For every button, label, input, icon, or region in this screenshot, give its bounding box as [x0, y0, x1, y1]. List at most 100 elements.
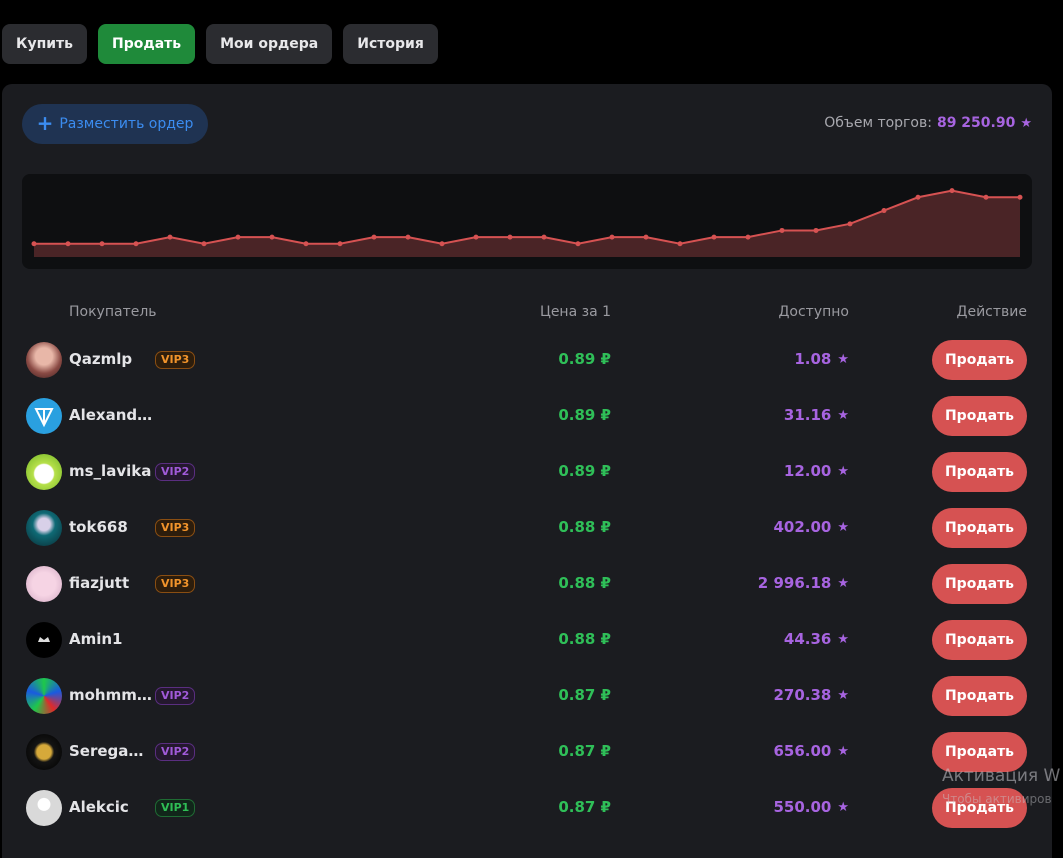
- vip-badge: VIP3: [155, 575, 196, 593]
- col-available: Доступно: [778, 304, 849, 320]
- chart-point: [473, 234, 479, 240]
- avatar[interactable]: [26, 566, 62, 602]
- available-value: 44.36: [783, 630, 832, 648]
- sell-button[interactable]: Продать: [932, 452, 1027, 492]
- chart-point: [337, 241, 343, 247]
- place-order-button[interactable]: + Разместить ордер: [22, 104, 208, 144]
- chart-point: [439, 241, 445, 247]
- available-amount: 1.08 ★: [794, 350, 849, 368]
- trade-volume: Объем торгов: 89 250.90 ★: [824, 115, 1032, 131]
- available-amount: 31.16 ★: [784, 406, 849, 424]
- star-icon: ★: [837, 631, 849, 647]
- avatar[interactable]: [26, 510, 62, 546]
- price-chart-svg: [31, 188, 1023, 257]
- chart-point: [643, 234, 649, 240]
- order-row: Amin1 0.88 ₽ 44.36 ★ Продать: [2, 618, 1052, 674]
- order-row: mohmm... VIP2 0.87 ₽ 270.38 ★ Продать: [2, 674, 1052, 730]
- order-row: fiazjutt VIP3 0.88 ₽ 2 996.18 ★ Продать: [2, 562, 1052, 618]
- chart-point: [881, 208, 887, 214]
- avatar[interactable]: [26, 342, 62, 378]
- vip-badge: VIP2: [155, 743, 196, 761]
- order-row: tok668 VIP3 0.88 ₽ 402.00 ★ Продать: [2, 506, 1052, 562]
- vip-badge: VIP3: [155, 519, 196, 537]
- col-buyer: Покупатель: [69, 304, 157, 320]
- chart-point: [575, 241, 581, 247]
- col-price: Цена за 1: [539, 304, 611, 320]
- available-value: 402.00: [773, 518, 832, 536]
- buyer-name[interactable]: Qazmlp: [69, 350, 153, 368]
- tab-my-orders[interactable]: Мои ордера: [206, 24, 333, 64]
- vip-badge: VIP3: [155, 351, 196, 369]
- chart-point: [949, 188, 955, 194]
- chart-point: [167, 234, 173, 240]
- buyer-name[interactable]: Alekcic: [69, 798, 153, 816]
- available-amount: 402.00 ★: [773, 518, 849, 536]
- chart-point: [31, 241, 37, 247]
- vip-badge: VIP2: [155, 687, 196, 705]
- chart-point: [915, 194, 921, 200]
- star-icon: ★: [837, 687, 849, 703]
- avatar[interactable]: [26, 678, 62, 714]
- orders-panel: + Разместить ордер Объем торгов: 89 250.…: [2, 84, 1052, 858]
- chart-point: [609, 234, 615, 240]
- volume-label: Объем торгов:: [824, 115, 932, 131]
- chart-point: [507, 234, 513, 240]
- chart-point: [1017, 194, 1023, 200]
- chart-point: [201, 241, 207, 247]
- chart-point: [711, 234, 717, 240]
- star-icon: ★: [837, 351, 849, 367]
- star-icon: ★: [837, 575, 849, 591]
- buyer-name[interactable]: tok668: [69, 518, 153, 536]
- buyer-name[interactable]: Seregamal: [69, 742, 153, 760]
- avatar[interactable]: [26, 790, 62, 826]
- available-value: 2 996.18: [757, 574, 832, 592]
- chart-point: [371, 234, 377, 240]
- avatar[interactable]: [26, 398, 62, 434]
- vip-badge: VIP1: [155, 799, 196, 817]
- chart-point: [983, 194, 989, 200]
- available-amount: 12.00 ★: [784, 462, 849, 480]
- price-per-unit: 0.87 ₽: [558, 686, 611, 704]
- buyer-name[interactable]: Alexandr...: [69, 406, 153, 424]
- tab-sell[interactable]: Продать: [98, 24, 196, 64]
- vip-badge: VIP2: [155, 463, 196, 481]
- chart-point: [677, 241, 683, 247]
- avatar[interactable]: [26, 454, 62, 490]
- sell-button[interactable]: Продать: [932, 340, 1027, 380]
- price-per-unit: 0.89 ₽: [558, 350, 611, 368]
- price-chart: [22, 174, 1032, 269]
- avatar[interactable]: [26, 734, 62, 770]
- star-icon: ★: [1020, 115, 1032, 131]
- col-action: Действие: [956, 304, 1027, 320]
- sell-button[interactable]: Продать: [932, 620, 1027, 660]
- available-value: 31.16: [783, 406, 832, 424]
- sell-button[interactable]: Продать: [932, 564, 1027, 604]
- available-value: 550.00: [773, 798, 832, 816]
- sell-button[interactable]: Продать: [932, 676, 1027, 716]
- buyer-name[interactable]: Amin1: [69, 630, 153, 648]
- order-row: ms_lavika VIP2 0.89 ₽ 12.00 ★ Продать: [2, 450, 1052, 506]
- chart-point: [99, 241, 105, 247]
- chart-area: [34, 190, 1020, 257]
- sell-button[interactable]: Продать: [932, 396, 1027, 436]
- price-per-unit: 0.87 ₽: [558, 798, 611, 816]
- price-per-unit: 0.88 ₽: [558, 574, 611, 592]
- volume-value: 89 250.90: [936, 115, 1016, 131]
- market-tabs: Купить Продать Мои ордера История: [2, 24, 438, 64]
- plus-icon: +: [36, 111, 54, 135]
- available-value: 1.08: [794, 350, 832, 368]
- buyer-name[interactable]: fiazjutt: [69, 574, 153, 592]
- buyer-name[interactable]: mohmm...: [69, 686, 153, 704]
- activation-watermark-sub: Чтобы активиров: [942, 792, 1052, 806]
- order-row: Alexandr... 0.89 ₽ 31.16 ★ Продать: [2, 394, 1052, 450]
- sell-button[interactable]: Продать: [932, 508, 1027, 548]
- chart-point: [303, 241, 309, 247]
- avatar[interactable]: [26, 622, 62, 658]
- activation-watermark: Активация W: [942, 766, 1061, 786]
- star-icon: ★: [837, 463, 849, 479]
- price-per-unit: 0.87 ₽: [558, 742, 611, 760]
- chart-point: [745, 234, 751, 240]
- buyer-name[interactable]: ms_lavika: [69, 462, 153, 480]
- tab-buy[interactable]: Купить: [2, 24, 88, 64]
- tab-history[interactable]: История: [343, 24, 438, 64]
